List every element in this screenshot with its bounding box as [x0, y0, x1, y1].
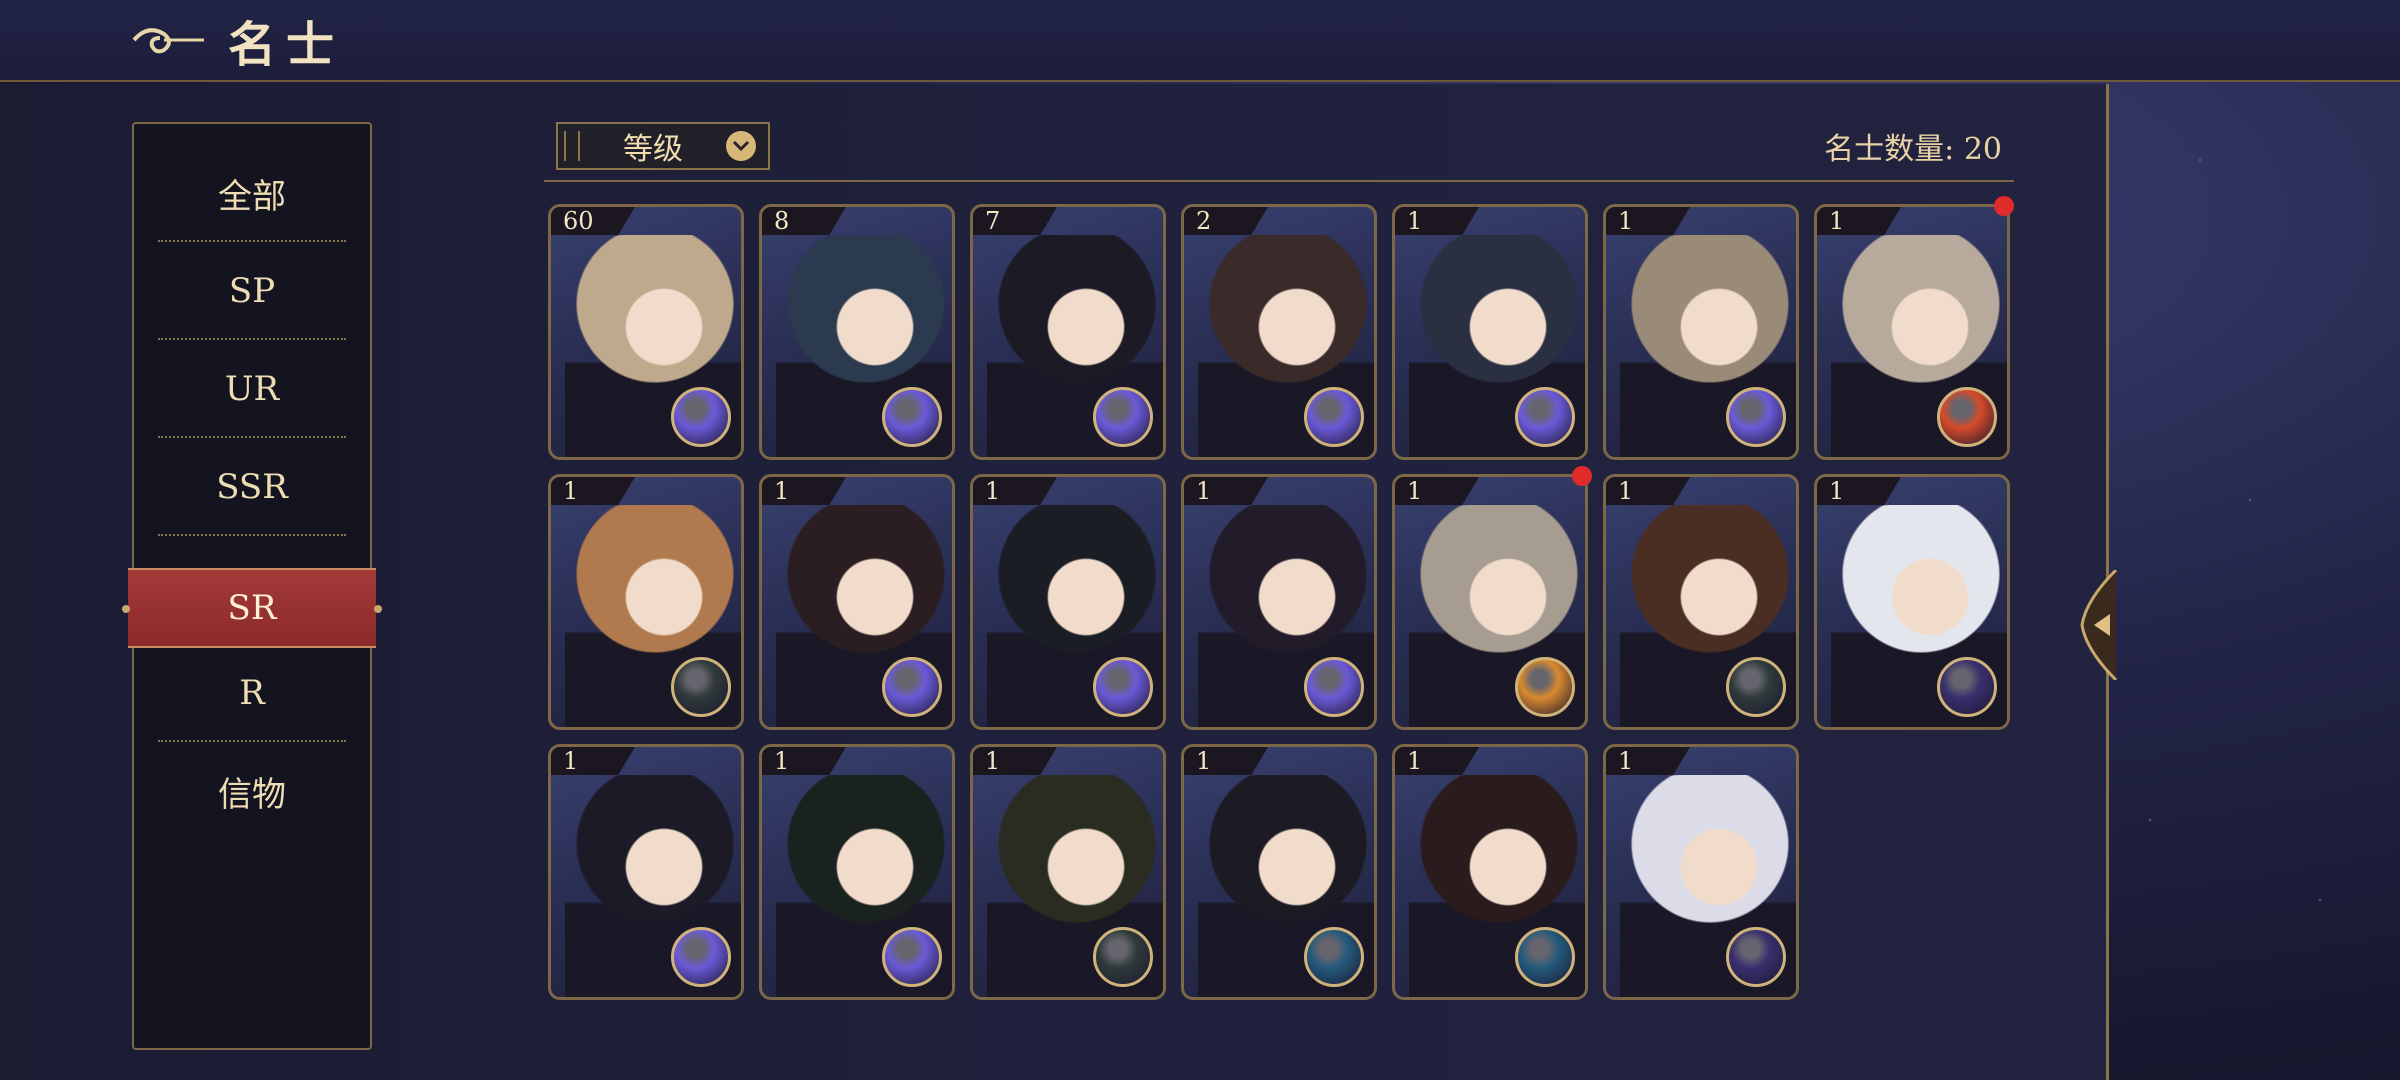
character-card[interactable]: 1	[548, 744, 744, 1000]
character-card[interactable]: 1	[1181, 474, 1377, 730]
tab-all[interactable]: 全部	[134, 144, 370, 242]
character-card[interactable]: 1	[1814, 204, 2010, 460]
character-card[interactable]: 1	[759, 744, 955, 1000]
tab-sp-label: SP	[228, 271, 276, 311]
level-label: 1	[1817, 207, 1901, 235]
level-label: 1	[1184, 747, 1268, 775]
character-card[interactable]: 1	[1392, 204, 1588, 460]
notification-dot	[1572, 466, 1592, 486]
level-label: 1	[1395, 747, 1479, 775]
title-group: 名士	[130, 6, 344, 74]
purple-orb-icon	[1304, 657, 1364, 717]
character-card[interactable]: 1	[1392, 474, 1588, 730]
level-label: 1	[1817, 477, 1901, 505]
level-label: 1	[973, 477, 1057, 505]
divider-line	[544, 180, 2014, 182]
red-orb-icon	[1937, 387, 1997, 447]
tab-keepsake[interactable]: 信物	[134, 742, 370, 840]
level-label: 8	[762, 207, 846, 235]
top-bar: 名士	[0, 0, 2400, 82]
level-label: 1	[1395, 207, 1479, 235]
character-card[interactable]: 60	[548, 204, 744, 460]
character-card[interactable]: 2	[1181, 204, 1377, 460]
tab-sp[interactable]: SP	[134, 242, 370, 340]
character-card[interactable]: 1	[759, 474, 955, 730]
planet-icon	[1937, 657, 1997, 717]
level-label: 2	[1184, 207, 1268, 235]
tab-r-label: R	[239, 673, 265, 713]
purple-orb-icon	[1726, 387, 1786, 447]
compass-icon	[1093, 927, 1153, 987]
purple-orb-icon	[671, 387, 731, 447]
orange-orb-icon	[1515, 657, 1575, 717]
character-card[interactable]: 1	[548, 474, 744, 730]
level-label: 1	[551, 477, 635, 505]
level-label: 1	[1606, 477, 1690, 505]
level-label: 1	[1606, 207, 1690, 235]
notification-dot	[1994, 196, 2014, 216]
purple-orb-icon	[882, 657, 942, 717]
level-label: 1	[1395, 477, 1479, 505]
compass-icon	[1726, 657, 1786, 717]
character-card[interactable]: 1	[970, 474, 1166, 730]
level-label: 1	[1184, 477, 1268, 505]
purple-orb-icon	[1093, 657, 1153, 717]
compass-icon	[671, 657, 731, 717]
rarity-tab-column: 全部 SP UR SSR SR R 信物	[122, 122, 382, 1050]
purple-orb-icon	[882, 387, 942, 447]
level-label: 60	[551, 207, 635, 235]
tab-ssr[interactable]: SSR	[134, 438, 370, 536]
purple-orb-icon	[1093, 387, 1153, 447]
tab-keepsake-label: 信物	[218, 774, 286, 815]
sort-dropdown[interactable]: 等级	[556, 122, 770, 170]
level-label: 1	[762, 477, 846, 505]
chevron-down-icon	[726, 131, 756, 161]
character-card[interactable]: 1	[1814, 474, 2010, 730]
tab-all-label: 全部	[218, 176, 286, 217]
character-card[interactable]: 1	[1392, 744, 1588, 1000]
tab-r[interactable]: R	[134, 644, 370, 742]
character-card[interactable]: 7	[970, 204, 1166, 460]
character-card[interactable]: 8	[759, 204, 955, 460]
collapse-arrow-icon[interactable]	[2076, 570, 2122, 680]
purple-orb-icon	[671, 927, 731, 987]
sort-ornament-icon	[564, 131, 580, 161]
blue-compass-icon	[1515, 927, 1575, 987]
character-card[interactable]: 1	[1603, 744, 1799, 1000]
tab-sr[interactable]: SR	[122, 568, 382, 648]
character-card[interactable]: 1	[1181, 744, 1377, 1000]
tab-ur-label: UR	[224, 369, 280, 409]
character-count: 名士数量: 20	[1824, 132, 2002, 167]
purple-orb-icon	[1304, 387, 1364, 447]
tab-ssr-label: SSR	[216, 467, 288, 507]
level-label: 7	[973, 207, 1057, 235]
page-title: 名士	[228, 17, 345, 73]
level-label: 1	[762, 747, 846, 775]
level-label: 1	[1606, 747, 1690, 775]
character-card[interactable]: 1	[970, 744, 1166, 1000]
sort-label: 等级	[623, 132, 683, 167]
tab-sr-label: SR	[227, 588, 277, 628]
level-label: 1	[973, 747, 1057, 775]
purple-orb-icon	[882, 927, 942, 987]
character-card[interactable]: 1	[1603, 474, 1799, 730]
cloud-emblem-icon	[132, 28, 204, 54]
blue-compass-icon	[1304, 927, 1364, 987]
tab-ur[interactable]: UR	[134, 340, 370, 438]
planet-icon	[1726, 927, 1786, 987]
purple-orb-icon	[1515, 387, 1575, 447]
level-label: 1	[551, 747, 635, 775]
character-card[interactable]: 1	[1603, 204, 1799, 460]
